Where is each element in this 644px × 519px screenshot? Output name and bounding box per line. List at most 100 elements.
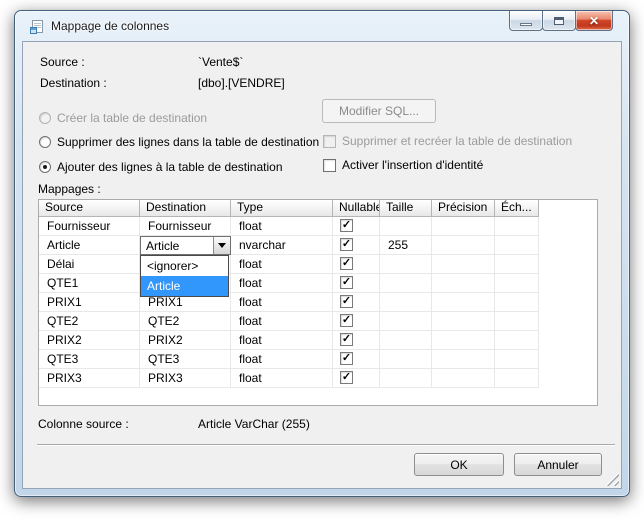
cell-echelle[interactable] bbox=[495, 331, 539, 350]
destination-combobox[interactable]: Article bbox=[140, 236, 231, 255]
combobox-dropdown-button[interactable] bbox=[213, 237, 230, 254]
cell-echelle[interactable] bbox=[495, 217, 539, 236]
cell-taille[interactable]: 255 bbox=[380, 236, 432, 255]
cell-taille[interactable] bbox=[380, 293, 432, 312]
radio-create-destination-table: Créer la table de destination bbox=[39, 111, 207, 125]
table-row[interactable]: PRIX2 PRIX2 float ✓ bbox=[39, 331, 597, 350]
cell-precision[interactable] bbox=[432, 293, 495, 312]
check-icon: ✓ bbox=[342, 257, 351, 269]
cell-echelle[interactable] bbox=[495, 274, 539, 293]
maximize-button[interactable] bbox=[542, 11, 576, 31]
table-row[interactable]: Délai float ✓ bbox=[39, 255, 597, 274]
cell-type[interactable]: float bbox=[231, 293, 333, 312]
cell-source: Fournisseur bbox=[39, 217, 140, 236]
cell-precision[interactable] bbox=[432, 255, 495, 274]
cell-type[interactable]: float bbox=[231, 274, 333, 293]
column-header-nullable[interactable]: Nullable bbox=[333, 200, 380, 217]
column-header-precision[interactable]: Précision bbox=[432, 200, 495, 217]
minimize-icon bbox=[520, 23, 532, 26]
mapping-dialog-icon bbox=[29, 19, 45, 35]
cell-source: Article bbox=[39, 236, 140, 255]
row-filler bbox=[539, 293, 597, 312]
table-row[interactable]: QTE1 float ✓ bbox=[39, 274, 597, 293]
cancel-button[interactable]: Annuler bbox=[514, 453, 602, 476]
cell-nullable: ✓ bbox=[333, 312, 380, 331]
radio-append-rows[interactable]: Ajouter des lignes à la table de destina… bbox=[39, 160, 283, 174]
column-header-taille[interactable]: Taille bbox=[380, 200, 432, 217]
cell-precision[interactable] bbox=[432, 236, 495, 255]
column-mapping-dialog: Mappage de colonnes ✕ Source : `Vente$` … bbox=[14, 10, 630, 497]
cell-echelle[interactable] bbox=[495, 369, 539, 388]
cell-taille[interactable] bbox=[380, 350, 432, 369]
table-row[interactable]: PRIX3 PRIX3 float ✓ bbox=[39, 369, 597, 388]
cell-type[interactable]: float bbox=[231, 217, 333, 236]
cell-destination[interactable]: Fournisseur bbox=[140, 217, 231, 236]
nullable-checkbox[interactable]: ✓ bbox=[340, 257, 353, 270]
dropdown-item-ignorer[interactable]: <ignorer> bbox=[141, 256, 228, 276]
cell-echelle[interactable] bbox=[495, 255, 539, 274]
checkbox-label: Activer l'insertion d'identité bbox=[342, 158, 483, 172]
cell-destination[interactable]: PRIX3 bbox=[140, 369, 231, 388]
source-column-value: Article VarChar (255) bbox=[198, 417, 310, 431]
cell-type[interactable]: float bbox=[231, 255, 333, 274]
cell-precision[interactable] bbox=[432, 217, 495, 236]
edit-sql-button: Modifier SQL... bbox=[322, 99, 436, 123]
nullable-checkbox[interactable]: ✓ bbox=[340, 238, 353, 251]
source-column-label: Colonne source : bbox=[38, 417, 129, 431]
ok-button[interactable]: OK bbox=[414, 453, 504, 476]
cell-destination[interactable]: QTE3 bbox=[140, 350, 231, 369]
table-row[interactable]: Article nvarchar ✓ 255 bbox=[39, 236, 597, 255]
cell-precision[interactable] bbox=[432, 312, 495, 331]
nullable-checkbox[interactable]: ✓ bbox=[340, 314, 353, 327]
table-row[interactable]: QTE2 QTE2 float ✓ bbox=[39, 312, 597, 331]
cell-taille[interactable] bbox=[380, 217, 432, 236]
cell-type[interactable]: float bbox=[231, 331, 333, 350]
cell-nullable: ✓ bbox=[333, 369, 380, 388]
title-bar[interactable]: Mappage de colonnes ✕ bbox=[15, 11, 629, 41]
column-header-type[interactable]: Type bbox=[231, 200, 333, 217]
cell-echelle[interactable] bbox=[495, 350, 539, 369]
cell-destination[interactable]: PRIX2 bbox=[140, 331, 231, 350]
column-header-echelle[interactable]: Éch... bbox=[495, 200, 539, 217]
checkbox-drop-recreate-table: Supprimer et recréer la table de destina… bbox=[323, 134, 572, 148]
cell-echelle[interactable] bbox=[495, 312, 539, 331]
resize-grip[interactable] bbox=[605, 472, 619, 486]
cell-precision[interactable] bbox=[432, 331, 495, 350]
cell-echelle[interactable] bbox=[495, 293, 539, 312]
close-button[interactable]: ✕ bbox=[575, 11, 613, 31]
cell-type[interactable]: float bbox=[231, 369, 333, 388]
table-row[interactable]: PRIX1 PRIX1 float ✓ bbox=[39, 293, 597, 312]
table-row[interactable]: Fournisseur Fournisseur float ✓ bbox=[39, 217, 597, 236]
radio-icon bbox=[39, 161, 51, 173]
cell-taille[interactable] bbox=[380, 312, 432, 331]
nullable-checkbox[interactable]: ✓ bbox=[340, 295, 353, 308]
cell-type[interactable]: float bbox=[231, 312, 333, 331]
cell-nullable: ✓ bbox=[333, 255, 380, 274]
cell-taille[interactable] bbox=[380, 331, 432, 350]
column-header-source[interactable]: Source bbox=[39, 200, 140, 217]
nullable-checkbox[interactable]: ✓ bbox=[340, 352, 353, 365]
nullable-checkbox[interactable]: ✓ bbox=[340, 371, 353, 384]
nullable-checkbox[interactable]: ✓ bbox=[340, 219, 353, 232]
radio-delete-rows[interactable]: Supprimer des lignes dans la table de de… bbox=[39, 135, 319, 149]
grid-header-filler bbox=[539, 200, 597, 217]
cell-taille[interactable] bbox=[380, 255, 432, 274]
column-header-destination[interactable]: Destination bbox=[140, 200, 231, 217]
dropdown-item-article[interactable]: Article bbox=[141, 276, 228, 296]
table-row[interactable]: QTE3 QTE3 float ✓ bbox=[39, 350, 597, 369]
cell-destination[interactable]: QTE2 bbox=[140, 312, 231, 331]
cell-taille[interactable] bbox=[380, 369, 432, 388]
cell-precision[interactable] bbox=[432, 274, 495, 293]
nullable-checkbox[interactable]: ✓ bbox=[340, 333, 353, 346]
minimize-button[interactable] bbox=[509, 11, 543, 31]
nullable-checkbox[interactable]: ✓ bbox=[340, 276, 353, 289]
radio-icon bbox=[39, 112, 51, 124]
checkbox-enable-identity-insert[interactable]: Activer l'insertion d'identité bbox=[323, 158, 483, 172]
cell-taille[interactable] bbox=[380, 274, 432, 293]
cell-type[interactable]: float bbox=[231, 350, 333, 369]
cell-echelle[interactable] bbox=[495, 236, 539, 255]
cell-precision[interactable] bbox=[432, 350, 495, 369]
cell-precision[interactable] bbox=[432, 369, 495, 388]
cell-type[interactable]: nvarchar bbox=[231, 236, 333, 255]
radio-label: Supprimer des lignes dans la table de de… bbox=[57, 135, 319, 149]
